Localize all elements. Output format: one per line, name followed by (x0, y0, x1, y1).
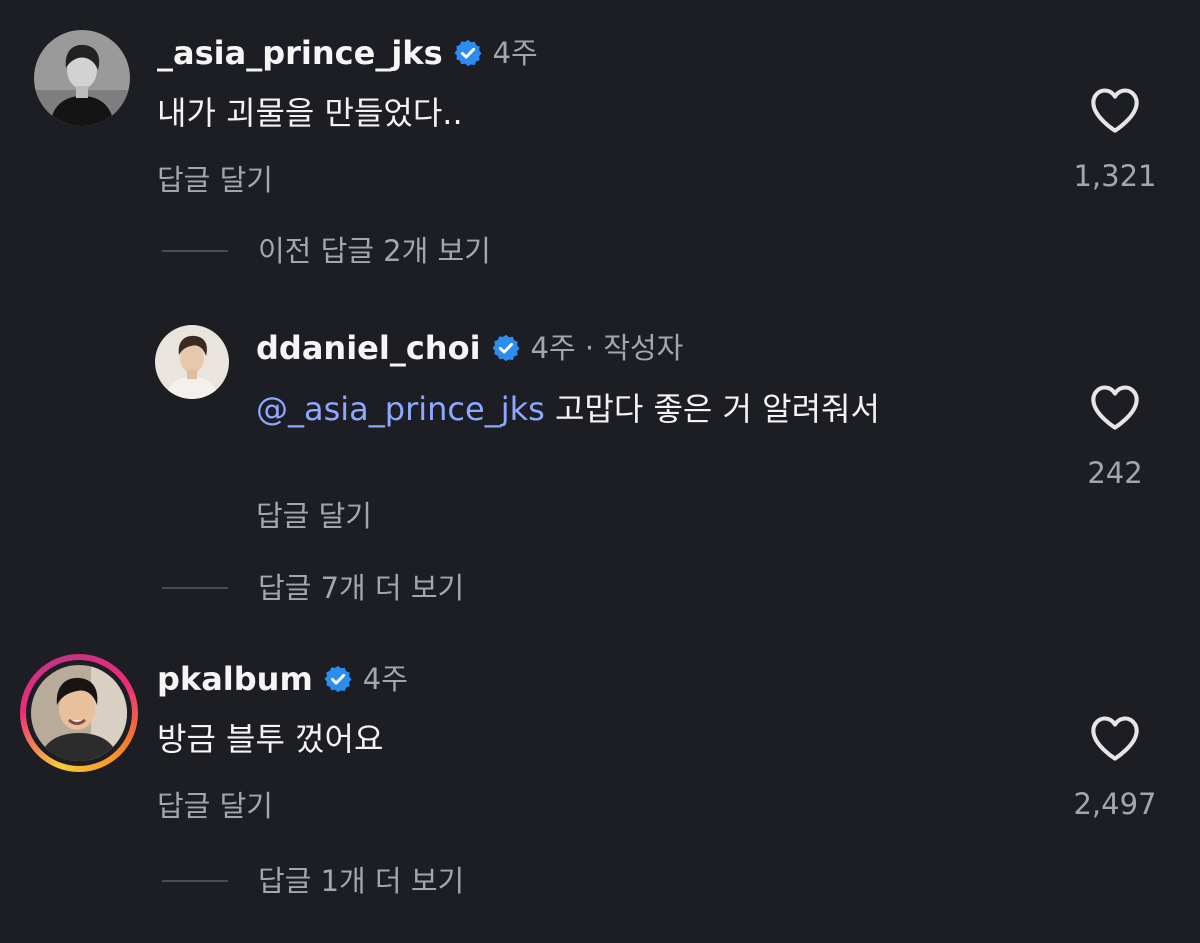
avatar (31, 665, 127, 761)
username[interactable]: _asia_prince_jks (157, 33, 443, 73)
view-replies-label: 답글 7개 더 보기 (258, 571, 465, 605)
view-replies-button[interactable]: 답글 7개 더 보기 (162, 568, 464, 608)
heart-outline-icon[interactable] (1089, 714, 1141, 762)
comment-text: 내가 괴물을 만들었다.. (157, 88, 1037, 138)
story-ring-avatar[interactable] (20, 654, 138, 772)
comment-header: pkalbum 4주 (157, 659, 408, 699)
like-column: 1,321 (1050, 86, 1180, 196)
heart-outline-icon[interactable] (1089, 383, 1141, 431)
comment-header: _asia_prince_jks 4주 (157, 33, 538, 73)
username[interactable]: ddaniel_choi (256, 328, 481, 368)
comment-text: @_asia_prince_jks 고맙다 좋은 거 알려줘서 (256, 384, 1026, 434)
reply-thread-divider (162, 250, 228, 252)
comments-screen: _asia_prince_jks 4주 내가 괴물을 만들었다.. 답글 달기 … (0, 0, 1200, 943)
comment-body: 고맙다 좋은 거 알려줘서 (544, 390, 880, 428)
comment-time: 4주 (492, 36, 538, 70)
avatar[interactable] (34, 30, 130, 126)
comment-time: 4주 (362, 662, 408, 696)
reply-button[interactable]: 답글 달기 (256, 496, 372, 536)
verified-badge-icon (323, 664, 353, 694)
comment-time-value: 4주 (530, 331, 576, 365)
story-ring-inner (26, 660, 132, 766)
comment-body: 방금 블투 껐어요 (157, 720, 384, 758)
comment-body: 내가 괴물을 만들었다.. (157, 94, 463, 132)
reply-button[interactable]: 답글 달기 (157, 160, 273, 200)
like-column: 2,497 (1050, 714, 1180, 824)
comment-time: 4주 · 작성자 (531, 328, 684, 368)
verified-badge-icon (491, 333, 521, 363)
view-replies-button[interactable]: 답글 1개 더 보기 (162, 861, 464, 901)
comment-header: ddaniel_choi 4주 · 작성자 (256, 328, 683, 368)
like-column: 242 (1050, 383, 1180, 493)
verified-badge-icon (453, 38, 483, 68)
comment-text: 방금 블투 껐어요 (157, 714, 1037, 764)
like-count: 242 (1087, 456, 1143, 490)
username[interactable]: pkalbum (157, 659, 313, 699)
reply-thread-divider (162, 880, 228, 882)
reply-button[interactable]: 답글 달기 (157, 786, 273, 826)
author-tag: · 작성자 (575, 331, 684, 365)
mention-link[interactable]: @_asia_prince_jks (256, 390, 545, 428)
view-replies-button[interactable]: 이전 답글 2개 보기 (162, 231, 491, 271)
view-replies-label: 이전 답글 2개 보기 (258, 234, 491, 268)
reply-thread-divider (162, 587, 228, 589)
like-count: 1,321 (1073, 159, 1157, 193)
avatar[interactable] (155, 325, 229, 399)
like-count: 2,497 (1073, 787, 1157, 821)
view-replies-label: 답글 1개 더 보기 (258, 864, 465, 898)
heart-outline-icon[interactable] (1089, 86, 1141, 134)
